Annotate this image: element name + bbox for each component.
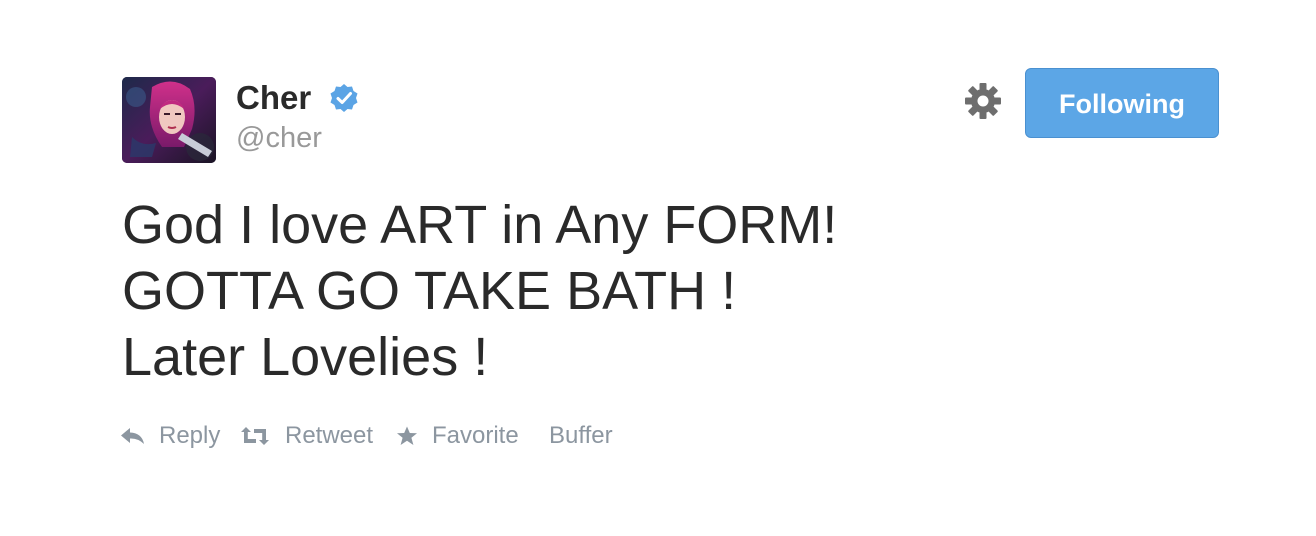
avatar[interactable] (122, 77, 216, 163)
user-name[interactable]: Cher (236, 78, 311, 118)
tweet-line: GOTTA GO TAKE BATH ! (122, 261, 737, 321)
tweet-card: Cher @cher Following God I love ART in A… (0, 0, 1316, 536)
tweet-line: Later Lovelies ! (122, 327, 489, 387)
gear-icon[interactable] (964, 82, 1002, 120)
verified-badge-icon (330, 84, 358, 112)
reply-action[interactable]: Reply (120, 418, 222, 454)
retweet-action[interactable]: Retweet (240, 418, 376, 454)
buffer-action[interactable]: Buffer (549, 418, 619, 454)
tweet-text: God I love ART in Any FORM! GOTTA GO TAK… (122, 192, 1122, 390)
favorite-action[interactable]: Favorite (396, 418, 522, 454)
favorite-star-icon (397, 426, 417, 445)
favorite-label: Favorite (432, 422, 519, 449)
user-handle[interactable]: @cher (236, 120, 322, 156)
retweet-label: Retweet (285, 422, 374, 449)
reply-label: Reply (159, 422, 221, 449)
avatar-image (122, 77, 216, 163)
reply-icon (121, 428, 144, 444)
retweet-icon (241, 427, 269, 445)
tweet-line: God I love ART in Any FORM! (122, 195, 838, 255)
buffer-label: Buffer (549, 422, 613, 449)
following-button[interactable]: Following (1025, 68, 1219, 138)
